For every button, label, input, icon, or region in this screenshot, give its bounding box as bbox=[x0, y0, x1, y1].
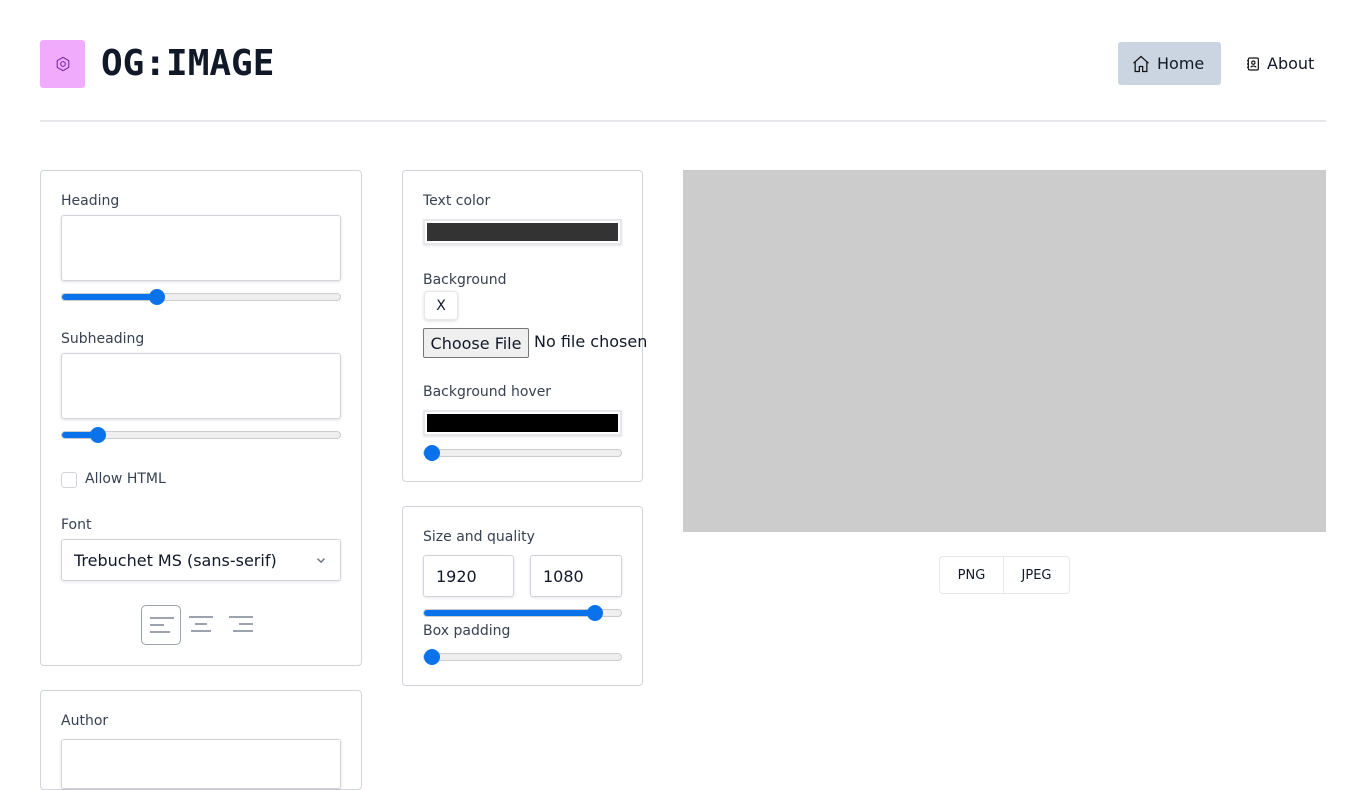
quality-slider[interactable] bbox=[423, 605, 622, 621]
clear-background-button[interactable]: X bbox=[424, 291, 458, 320]
font-select-value: Trebuchet MS (sans-serif) bbox=[74, 550, 277, 570]
author-label: Author bbox=[61, 713, 109, 729]
nav-about[interactable]: About bbox=[1228, 42, 1331, 85]
align-center-icon bbox=[189, 616, 213, 632]
text-color-label: Text color bbox=[423, 193, 491, 209]
header-divider bbox=[40, 120, 1326, 122]
subheading-label: Subheading bbox=[61, 331, 145, 347]
chevron-down-icon bbox=[317, 558, 325, 564]
subheading-input[interactable] bbox=[61, 353, 341, 419]
padding-label: Box padding bbox=[423, 623, 511, 639]
font-label: Font bbox=[61, 517, 92, 533]
width-input[interactable]: 1920 bbox=[423, 555, 514, 597]
author-input[interactable] bbox=[61, 739, 341, 789]
bg-hover-label: Background hover bbox=[423, 384, 552, 400]
align-right-icon bbox=[229, 616, 253, 632]
nav-about-label: About bbox=[1267, 54, 1315, 73]
background-label: Background bbox=[423, 272, 507, 288]
padding-slider[interactable] bbox=[423, 649, 622, 665]
nav-home[interactable]: Home bbox=[1118, 42, 1221, 85]
app-title: OG:IMAGE bbox=[101, 43, 275, 84]
nav-home-label: Home bbox=[1157, 54, 1205, 73]
download-jpeg-button[interactable]: JPEG bbox=[1003, 556, 1070, 594]
align-right-button[interactable] bbox=[221, 605, 261, 645]
text-color-picker[interactable] bbox=[423, 219, 622, 245]
subheading-size-slider[interactable] bbox=[61, 427, 341, 443]
bg-hover-color-picker[interactable] bbox=[423, 410, 622, 436]
allow-html-label: Allow HTML bbox=[85, 471, 166, 487]
hexagon-icon bbox=[56, 56, 69, 72]
height-input[interactable]: 1080 bbox=[530, 555, 622, 597]
heading-label: Heading bbox=[61, 193, 120, 209]
logo bbox=[40, 40, 85, 88]
align-left-icon bbox=[150, 617, 174, 633]
size-label: Size and quality bbox=[423, 529, 535, 545]
bg-hover-opacity-slider[interactable] bbox=[423, 445, 622, 461]
align-left-button[interactable] bbox=[141, 605, 181, 645]
allow-html-checkbox[interactable] bbox=[61, 472, 77, 488]
download-png-button[interactable]: PNG bbox=[939, 556, 1004, 594]
no-file-text: No file chosen bbox=[534, 332, 648, 351]
contact-icon bbox=[1247, 56, 1259, 71]
choose-file-button[interactable]: Choose File bbox=[423, 328, 529, 358]
home-icon bbox=[1133, 55, 1149, 72]
heading-size-slider[interactable] bbox=[61, 289, 341, 305]
font-select[interactable]: Trebuchet MS (sans-serif) bbox=[61, 539, 341, 581]
heading-input[interactable] bbox=[61, 215, 341, 281]
preview-image bbox=[683, 170, 1326, 532]
align-center-button[interactable] bbox=[182, 605, 222, 645]
